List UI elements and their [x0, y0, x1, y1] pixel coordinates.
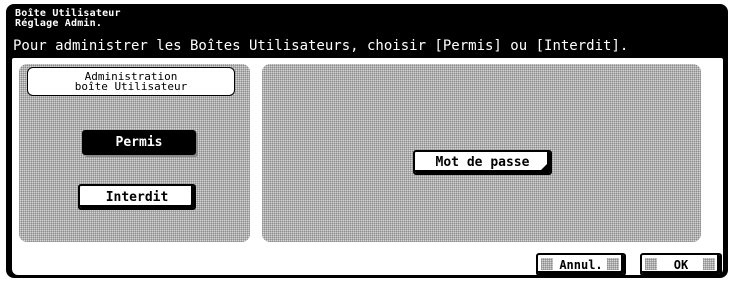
- instruction-message: Pour administrer les Boîtes Utilisateurs…: [13, 38, 629, 54]
- title-bar: Boîte Utilisateur Réglage Admin.: [15, 9, 121, 29]
- admin-box-panel: Administration boîte Utilisateur Permis …: [19, 64, 250, 242]
- button-pattern-left: [645, 258, 657, 270]
- password-panel: Mot de passe: [262, 64, 701, 242]
- title-line-2: Réglage Admin.: [15, 18, 103, 29]
- button-pattern-left: [541, 258, 553, 270]
- ok-button[interactable]: OK: [640, 253, 722, 276]
- permis-label: Permis: [115, 135, 163, 150]
- ok-label: OK: [673, 257, 689, 272]
- screen-frame: Boîte Utilisateur Réglage Admin. Pour ad…: [9, 7, 725, 276]
- interdit-button[interactable]: Interdit: [78, 184, 196, 210]
- button-pattern-right: [607, 258, 619, 270]
- permis-button[interactable]: Permis: [82, 130, 196, 155]
- password-label: Mot de passe: [435, 155, 530, 170]
- button-pattern-right: [703, 258, 715, 270]
- password-button[interactable]: Mot de passe: [413, 150, 552, 175]
- touch-panel-screen: Boîte Utilisateur Réglage Admin. Pour ad…: [6, 4, 728, 278]
- cancel-label: Annul.: [559, 257, 603, 272]
- group-label-line-2: boîte Utilisateur: [74, 80, 188, 93]
- cancel-button[interactable]: Annul.: [536, 253, 626, 276]
- content-area: Administration boîte Utilisateur Permis …: [12, 58, 723, 276]
- submenu-corner-icon: [541, 164, 547, 170]
- group-label: Administration boîte Utilisateur: [27, 67, 235, 96]
- interdit-label: Interdit: [105, 189, 169, 205]
